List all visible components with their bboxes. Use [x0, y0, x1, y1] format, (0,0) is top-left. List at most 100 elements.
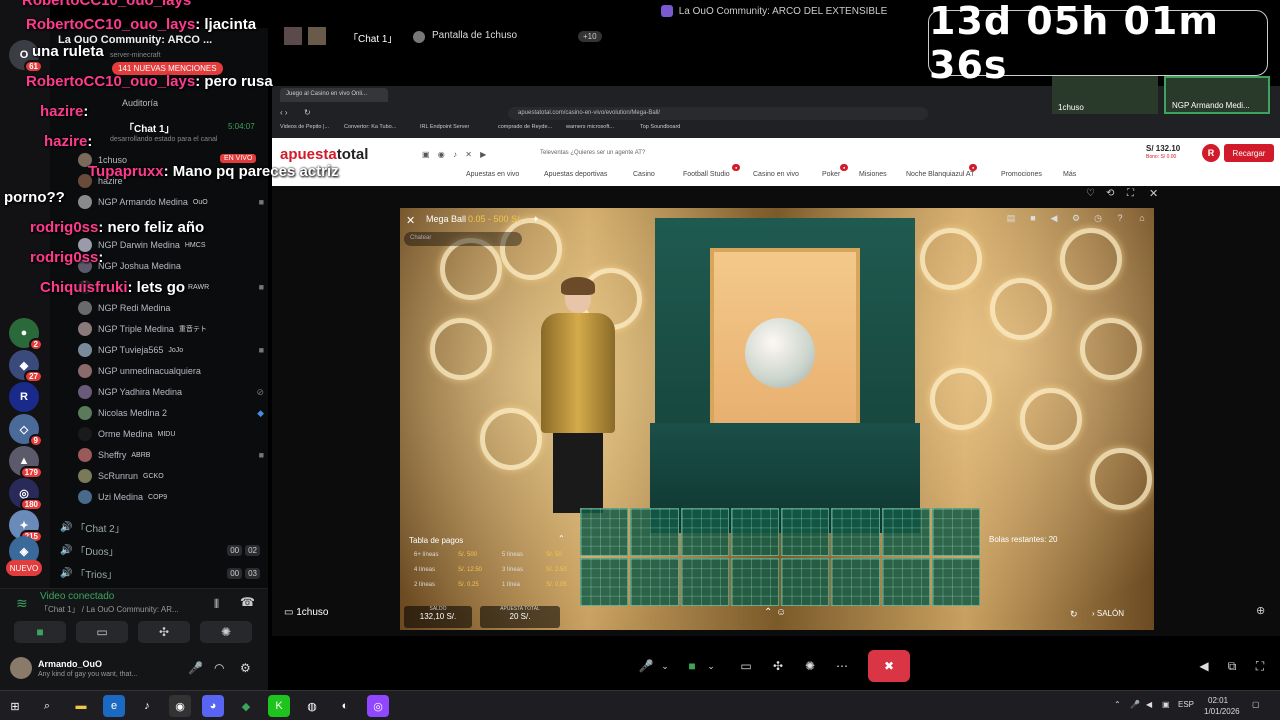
bookmark[interactable]: Convertor: Ka Tubo...	[344, 124, 396, 130]
players-icon[interactable]: ☺	[776, 607, 786, 618]
bookmark[interactable]: Top Soundboard	[640, 124, 680, 130]
reload-icon[interactable]: ↻	[304, 108, 311, 117]
edge-icon[interactable]: e	[103, 695, 125, 717]
screen-share-button[interactable]: ▭	[76, 621, 128, 643]
fullscreen-icon[interactable]: ⛶	[1250, 656, 1270, 676]
network-icon[interactable]: ▣	[1162, 700, 1170, 709]
activities-icon[interactable]: ✣	[768, 656, 788, 676]
voice-user[interactable]: NGP Triple Medina 重音テト	[78, 319, 264, 339]
help-icon[interactable]: ?	[1114, 213, 1126, 225]
voice-channel[interactable]: 🔊 「Chat 2」	[60, 517, 260, 537]
app-icon[interactable]: ♪	[136, 695, 158, 717]
clock-date[interactable]: 1/01/2026	[1204, 707, 1240, 716]
server-icon[interactable]: ◇ 9	[9, 414, 43, 447]
headphones-icon[interactable]: ◠	[214, 661, 224, 675]
voice-user[interactable]: ScRunrun GCKO	[78, 466, 264, 486]
mic-icon[interactable]: 🎤	[188, 661, 203, 675]
search-icon[interactable]: ⌕	[36, 695, 58, 717]
lobby-icon[interactable]: ⌂	[1136, 213, 1148, 225]
recargar-button[interactable]: Recargar	[1224, 144, 1274, 162]
bookmark[interactable]: warners microsoft...	[566, 124, 614, 130]
voice-user[interactable]: NGP Tuvieja565 JoJo ■	[78, 340, 264, 360]
nav-item[interactable]: Casino	[633, 171, 655, 178]
fullscreen-icon[interactable]: ⛶	[1127, 188, 1134, 199]
voice-channel-chat1[interactable]: 「Chat 1」	[124, 120, 175, 135]
site-logo[interactable]: apuestatotal	[280, 146, 368, 163]
obs-icon[interactable]: ◉	[169, 695, 191, 717]
soundboard-icon[interactable]: ✺	[800, 656, 820, 676]
auditoria-channel[interactable]: Auditoría	[122, 98, 158, 108]
social-icons[interactable]: ▣ ◉ ♪ ✕ ▶	[422, 150, 489, 159]
soundboard-button[interactable]: ✺	[200, 621, 252, 643]
app-icon[interactable]: ◎	[367, 695, 389, 717]
steam-icon[interactable]: ◍	[301, 695, 323, 717]
server-icon[interactable]: R	[9, 382, 39, 412]
avatar[interactable]	[10, 657, 32, 679]
browser-tab[interactable]: Juego al Casino en vivo Onli...	[280, 88, 388, 102]
discord-icon[interactable]: ◕	[202, 695, 224, 717]
server-icon[interactable]: ▲ 179	[9, 446, 43, 479]
video-icon[interactable]: ■	[1027, 213, 1039, 225]
nav-item[interactable]: Football Studio	[683, 171, 730, 178]
back-icon[interactable]: ‹ ›	[280, 108, 288, 117]
settings-icon[interactable]: ⚙	[1070, 213, 1082, 225]
close-icon[interactable]: ✕	[1149, 187, 1158, 200]
server-icon[interactable]: ◎ 180	[9, 478, 43, 511]
zoom-icon[interactable]: ⊕	[1256, 604, 1265, 617]
clock-time[interactable]: 02:01	[1208, 696, 1228, 705]
screen-share-icon[interactable]: ▭	[736, 656, 756, 676]
nav-item[interactable]: Poker	[822, 171, 840, 178]
voice-channel[interactable]: 🔊 「Duos」 00 02	[60, 540, 260, 560]
voice-user[interactable]: Nicolas Medina 2 ◆	[78, 403, 264, 423]
bookmark[interactable]: Videos de Pepito |...	[280, 124, 329, 130]
end-call-button[interactable]: ✖	[868, 650, 910, 682]
activities-button[interactable]: ✣	[138, 621, 190, 643]
camera-icon[interactable]: ■	[682, 656, 702, 676]
nav-item[interactable]: Misiones	[859, 171, 887, 178]
nav-item[interactable]: Casino en vivo	[753, 171, 799, 178]
bingo-card[interactable]	[831, 558, 880, 606]
voice-user[interactable]: Orme Medina MIDU	[78, 424, 264, 444]
address-bar[interactable]: apuestatotal.com/casino-en-vivo/evolutio…	[508, 107, 928, 120]
voice-channel-path[interactable]: 「Chat 1」 / La OuO Community: AR...	[40, 604, 179, 615]
server-icon[interactable]: ◆ 27	[9, 350, 43, 383]
voice-user[interactable]: NGP unmedinacualquiera	[78, 361, 264, 381]
chevron-down-icon[interactable]: ⌄	[658, 656, 672, 676]
bingo-card[interactable]	[630, 508, 679, 556]
chevron-up-icon[interactable]: ⌃	[558, 534, 565, 543]
popout-icon[interactable]: ⧉	[1222, 656, 1242, 676]
volume-icon[interactable]: ◀	[1194, 656, 1214, 676]
file-explorer-icon[interactable]: ▬	[70, 695, 92, 717]
reload-icon[interactable]: ↻	[1070, 609, 1078, 620]
nav-item[interactable]: Noche Blanquiazul AT	[906, 171, 974, 178]
refresh-icon[interactable]: ⟲	[1106, 188, 1114, 199]
bingo-card[interactable]	[630, 558, 679, 606]
bingo-card[interactable]	[931, 558, 980, 606]
bingo-card[interactable]	[781, 508, 830, 556]
call-channel-name[interactable]: 「Chat 1」	[348, 30, 397, 45]
bingo-card[interactable]	[881, 558, 930, 606]
bookmark[interactable]: IRL Endpoint Server	[420, 124, 469, 130]
mic-icon[interactable]: 🎤	[636, 656, 656, 676]
star-icon[interactable]: ✦	[532, 214, 540, 225]
voice-user[interactable]: Uzi Medina COP9	[78, 487, 264, 507]
bingo-card[interactable]	[680, 558, 729, 606]
bingo-cards[interactable]	[580, 508, 980, 606]
account-avatar[interactable]: R	[1202, 144, 1220, 162]
volume-icon[interactable]: ◀	[1048, 213, 1060, 225]
server-icon[interactable]: ● 2	[9, 318, 43, 351]
chat-toggle-icon[interactable]: ▤	[1005, 213, 1017, 225]
bingo-card[interactable]	[881, 508, 930, 556]
bingo-card[interactable]	[730, 508, 779, 556]
camera-button[interactable]: ■	[14, 621, 66, 643]
game-chat-input[interactable]: Chatear	[404, 232, 522, 246]
nav-item[interactable]: Apuestas deportivas	[544, 171, 607, 178]
windows-start-icon[interactable]: ⊞	[4, 695, 26, 717]
minecraft-icon[interactable]: ◆	[235, 695, 257, 717]
language[interactable]: ESP	[1178, 700, 1194, 709]
bingo-card[interactable]	[730, 558, 779, 606]
notifications-icon[interactable]: ▢	[1252, 700, 1260, 709]
voice-user[interactable]: NGP Darwin Medina HMCS	[78, 235, 264, 255]
screen-share-label[interactable]: Pantalla de 1chuso	[432, 30, 517, 41]
lobby-button[interactable]: › SALÓN	[1092, 609, 1124, 618]
